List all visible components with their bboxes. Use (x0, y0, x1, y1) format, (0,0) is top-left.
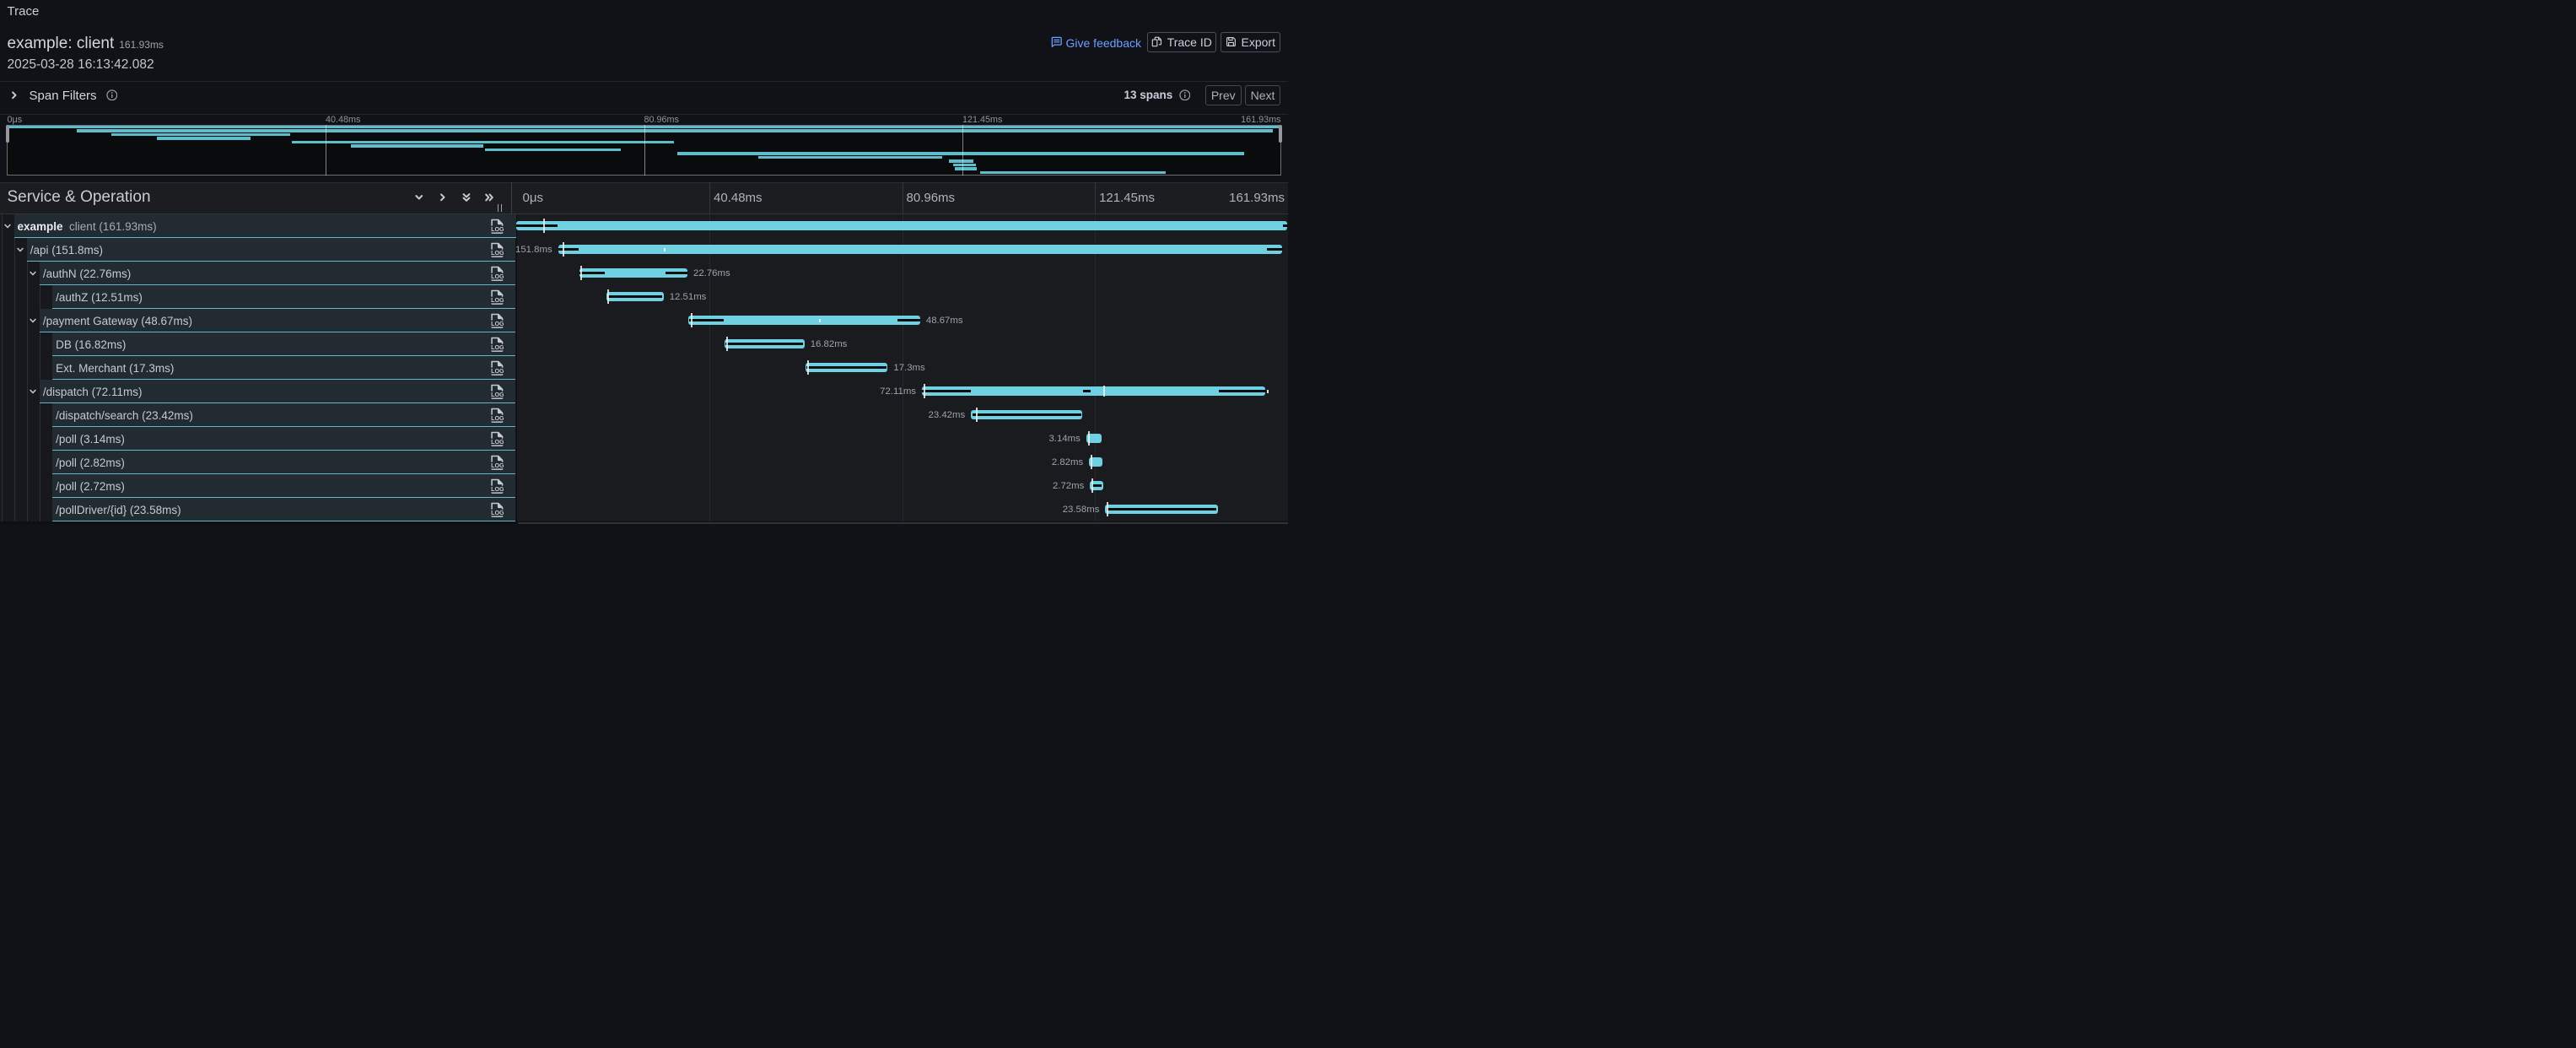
svg-text:LOG: LOG (491, 415, 504, 422)
svg-text:LOG: LOG (491, 439, 504, 446)
svg-text:LOG: LOG (491, 368, 504, 375)
svg-text:LOG: LOG (491, 486, 504, 493)
svg-text:LOG: LOG (491, 273, 504, 280)
svg-text:LOG: LOG (491, 297, 504, 304)
svg-text:LOG: LOG (491, 321, 504, 327)
svg-text:LOG: LOG (491, 510, 504, 516)
svg-text:LOG: LOG (491, 462, 504, 469)
svg-text:LOG: LOG (491, 344, 504, 351)
svg-text:LOG: LOG (491, 226, 504, 233)
svg-text:LOG: LOG (491, 250, 504, 257)
svg-text:LOG: LOG (491, 392, 504, 398)
